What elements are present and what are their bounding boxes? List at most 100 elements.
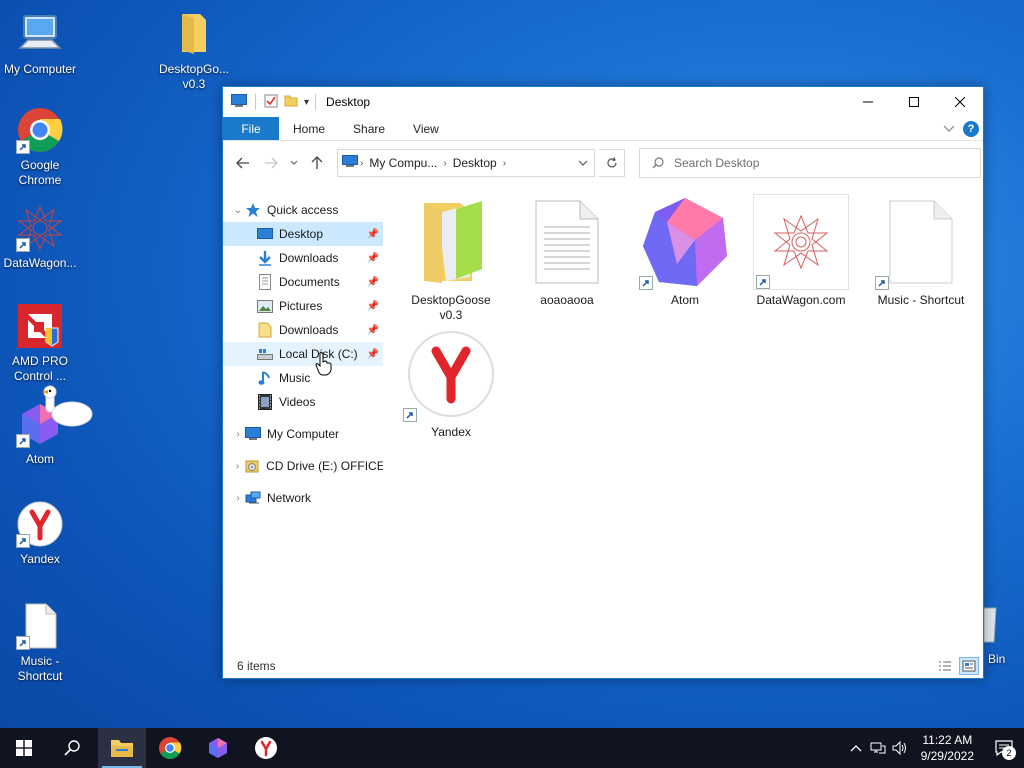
pin-icon[interactable]: 📌 [367,349,379,360]
file-item-atom[interactable]: Atom [635,194,735,308]
details-view-button[interactable] [935,657,955,675]
search-input[interactable] [674,156,954,170]
chevron-down-icon[interactable]: ⌄ [231,205,245,216]
start-button[interactable] [0,728,48,768]
desktop-icon-yandex[interactable]: Yandex [0,500,80,567]
back-button[interactable] [231,151,255,175]
breadcrumb-my-computer[interactable]: My Compu... [369,156,437,170]
nav-item-documents[interactable]: Documents 📌 [223,270,383,294]
file-list[interactable]: DesktopGoose v0.3 aoaoaooa Atom DataWago… [315,186,983,654]
tab-home[interactable]: Home [279,117,339,140]
nav-item-local-disk[interactable]: Local Disk (C:) 📌 [223,342,383,366]
desktop-icon-music-shortcut[interactable]: Music - Shortcut [0,602,80,684]
breadcrumb-separator-icon[interactable]: › [503,158,506,169]
nav-item-downloads[interactable]: Downloads 📌 [223,246,383,270]
breadcrumb-separator-icon[interactable]: › [360,158,363,169]
nav-label: Downloads [279,323,339,337]
file-item-datawagon[interactable]: DataWagon.com [751,194,851,308]
tab-file[interactable]: File [223,117,279,140]
chrome-icon [159,737,182,759]
taskbar-file-explorer[interactable] [98,728,146,768]
nav-item-desktop[interactable]: Desktop 📌 [223,222,383,246]
taskbar-chrome[interactable] [146,728,194,768]
desktop-icon-amd-pro-control[interactable]: AMD PRO Control ... [0,302,80,384]
up-button[interactable] [305,151,329,175]
nav-item-downloads-folder[interactable]: Downloads 📌 [223,318,383,342]
nav-item-videos[interactable]: Videos [223,390,383,414]
new-folder-icon[interactable] [284,94,298,111]
address-bar[interactable]: › My Compu... › Desktop › [337,149,595,177]
refresh-button[interactable] [599,149,625,177]
clock[interactable]: 11:22 AM 9/29/2022 [911,732,984,764]
taskbar: 11:22 AM 9/29/2022 2 [0,728,1024,768]
large-icons-view-button[interactable] [959,657,979,675]
show-hidden-icons-button[interactable] [845,728,867,768]
details-view-icon [939,661,951,671]
volume-button[interactable] [889,728,911,768]
desktop-icon-desktopgoose[interactable]: DesktopGo... v0.3 [154,10,234,92]
explorer-window[interactable]: ▾ Desktop File Home Share View ? › My Co… [222,86,984,679]
pin-icon[interactable]: 📌 [367,277,379,288]
customize-quick-access-icon[interactable]: ▾ [304,97,309,108]
folder-icon [257,322,273,338]
clock-time: 11:22 AM [922,733,973,747]
forward-button[interactable] [259,151,283,175]
nav-item-music[interactable]: Music [223,366,383,390]
tab-share[interactable]: Share [339,117,399,140]
nav-item-pictures[interactable]: Pictures 📌 [223,294,383,318]
nav-my-computer[interactable]: › My Computer [223,422,383,446]
file-item-yandex[interactable]: Yandex [401,326,501,440]
tab-view[interactable]: View [399,117,453,140]
download-arrow-icon [257,250,273,266]
file-item-label: Music - Shortcut [877,293,965,307]
pin-icon[interactable]: 📌 [367,325,379,336]
desktop-icon-label: Yandex [20,552,60,566]
taskbar-yandex[interactable] [242,728,290,768]
window-app-icon [231,93,247,111]
recent-locations-button[interactable] [287,151,301,175]
title-bar[interactable]: ▾ Desktop [223,87,983,117]
address-history-dropdown[interactable] [572,160,594,166]
desktop-icon-my-computer[interactable]: My Computer [0,10,80,77]
breadcrumb-separator-icon[interactable]: › [443,158,446,169]
pin-icon[interactable]: 📌 [367,229,379,240]
desktop-icon [257,226,273,242]
chevron-right-icon[interactable]: › [231,461,244,472]
nav-label: Desktop [279,227,324,241]
properties-icon[interactable] [264,94,278,111]
desktop-icon-datawagon[interactable]: DataWagon... [0,204,80,271]
expand-ribbon-chevron-icon[interactable] [943,122,955,136]
help-icon[interactable]: ? [963,120,979,137]
file-item-aoaoaooa[interactable]: aoaoaooa [517,194,617,308]
desktop-icon-label: AMD PRO Control ... [11,354,68,383]
chevron-right-icon[interactable]: › [231,493,245,504]
nav-quick-access[interactable]: ⌄ Quick access [223,198,383,222]
large-icons-view-icon [962,660,976,672]
maximize-button[interactable] [891,87,937,117]
network-status-button[interactable] [867,728,889,768]
nav-network[interactable]: › Network [223,486,383,510]
action-center-button[interactable]: 2 [984,728,1024,768]
recycle-bin-icon [984,607,997,643]
navigation-pane[interactable]: ⌄ Quick access Desktop 📌 Downloads 📌 Doc… [223,186,383,654]
maximize-icon [909,97,919,107]
search-box[interactable] [639,148,981,178]
file-item-desktopgoose[interactable]: DesktopGoose v0.3 [401,194,501,323]
chevron-right-icon[interactable]: › [231,429,245,440]
forward-arrow-icon [265,157,278,169]
desktop-icon-recycle-bin[interactable]: Bin [984,604,1005,666]
close-button[interactable] [937,87,983,117]
breadcrumb-desktop[interactable]: Desktop [453,156,497,170]
chevron-up-icon [850,745,862,752]
file-item-music-shortcut[interactable]: Music - Shortcut [867,194,975,308]
search-button[interactable] [48,728,96,768]
nav-cd-drive[interactable]: › CD Drive (E:) OFFICE1 [223,454,383,478]
minimize-button[interactable] [845,87,891,117]
nav-label: Network [267,491,312,505]
yandex-icon [255,737,277,759]
pin-icon[interactable]: 📌 [367,253,379,264]
desktop-icon-google-chrome[interactable]: Google Chrome [0,106,80,188]
nav-label: Pictures [279,299,323,313]
pin-icon[interactable]: 📌 [367,301,379,312]
taskbar-atom[interactable] [194,728,242,768]
